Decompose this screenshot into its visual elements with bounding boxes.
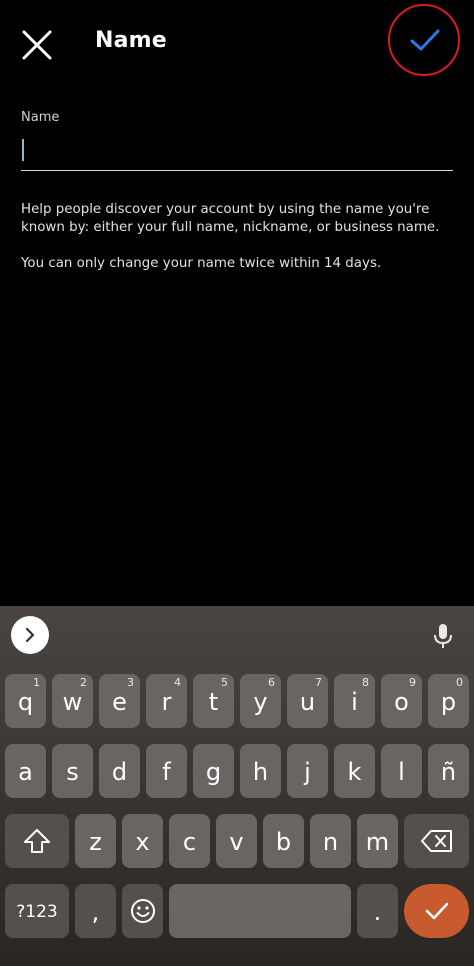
key-g[interactable]: g [193,744,234,798]
chevron-right-icon [25,627,35,643]
backspace-icon [420,830,452,852]
key-b[interactable]: b [263,814,304,868]
key-m[interactable]: m [357,814,398,868]
name-change-limit-text: You can only change your name twice with… [21,256,382,271]
key-s[interactable]: s [52,744,93,798]
key-z[interactable]: z [75,814,116,868]
key-v[interactable]: v [216,814,257,868]
close-button[interactable] [18,26,56,64]
key-p[interactable]: 0p [428,674,469,728]
comma-key[interactable]: , [75,884,116,938]
key-c[interactable]: c [169,814,210,868]
key-o[interactable]: 9o [381,674,422,728]
key-u[interactable]: 7u [287,674,328,728]
key-t[interactable]: 5t [193,674,234,728]
emoji-icon [130,899,155,923]
key-n-tilde[interactable]: ñ [428,744,469,798]
emoji-key[interactable] [122,884,163,938]
checkmark-icon [410,29,440,51]
key-y[interactable]: 6y [240,674,281,728]
shift-icon [24,829,50,853]
shift-key[interactable] [5,814,69,868]
text-cursor [22,139,24,161]
key-x[interactable]: x [122,814,163,868]
keyboard-toolbar-toggle[interactable] [11,616,49,654]
key-r[interactable]: 4r [146,674,187,728]
microphone-icon [434,624,452,648]
key-a[interactable]: a [5,744,46,798]
key-f[interactable]: f [146,744,187,798]
period-key[interactable]: . [357,884,398,938]
name-input[interactable] [21,134,453,171]
backspace-key[interactable] [404,814,469,868]
voice-input-button[interactable] [432,622,454,654]
app-header: Name [0,0,474,90]
symbols-key[interactable]: ?123 [5,884,69,938]
key-h[interactable]: h [240,744,281,798]
page-title: Name [95,28,167,53]
key-i[interactable]: 8i [334,674,375,728]
space-key[interactable] [169,884,351,938]
checkmark-icon [425,902,448,920]
key-q[interactable]: 1q [5,674,46,728]
name-field-label: Name [21,110,60,125]
key-d[interactable]: d [99,744,140,798]
key-e[interactable]: 3e [99,674,140,728]
key-w[interactable]: 2w [52,674,93,728]
key-l[interactable]: l [381,744,422,798]
key-k[interactable]: k [334,744,375,798]
close-icon [22,30,52,60]
key-n[interactable]: n [310,814,351,868]
key-j[interactable]: j [287,744,328,798]
done-button[interactable] [388,4,460,76]
soft-keyboard: 1q 2w 3e 4r 5t 6y 7u 8i 9o 0p a s d f g … [0,606,474,966]
help-text: Help people discover your account by usi… [21,202,440,235]
enter-key[interactable] [404,884,469,938]
